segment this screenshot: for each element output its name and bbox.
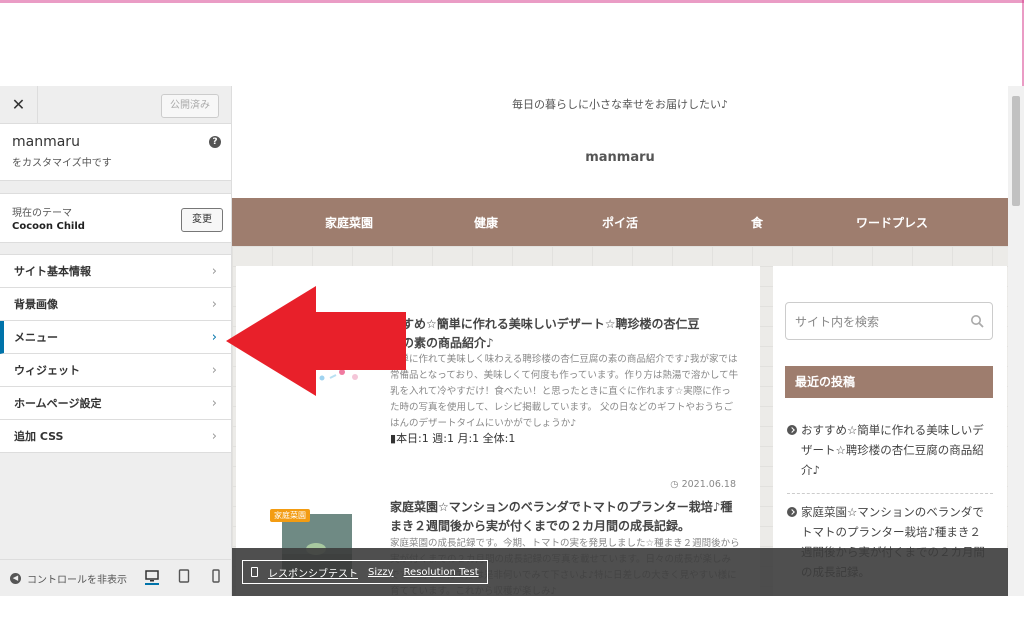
menu-item-label: ウィジェット — [14, 364, 80, 377]
customizing-site-info: manmaru をカスタマイズ中です ? — [0, 124, 231, 181]
tablet-preview-icon[interactable] — [177, 569, 191, 583]
post-date-text: 2021.06.18 — [681, 479, 736, 490]
recent-posts-heading: 最近の投稿 — [785, 366, 993, 398]
menu-item-label: サイト基本情報 — [14, 265, 91, 278]
chevron-right-icon: › — [211, 330, 217, 345]
sidebar: サイト内を検索 最近の投稿 おすすめ☆簡単に作れる美味しいデザート☆聘珍楼の杏仁… — [773, 266, 1007, 596]
nav-item-points[interactable]: ポイ活 — [602, 214, 638, 231]
mobile-icon — [251, 567, 258, 577]
responsive-test-bar: レスポンシブテスト Sizzy Resolution Test — [232, 548, 1008, 596]
site-header: 毎日の暮らしに小さな幸せをお届けしたい♪ manmaru — [232, 86, 1008, 198]
customizer-panel: ✕ 公開済み manmaru をカスタマイズ中です ? 現在のテーマ Cocoo… — [0, 86, 232, 596]
chevron-right-icon: › — [211, 264, 217, 279]
site-logo[interactable]: manmaru — [232, 150, 1008, 165]
mobile-preview-icon[interactable] — [209, 569, 223, 583]
menu-item-label: メニュー — [14, 331, 58, 344]
responsive-test-links: レスポンシブテスト Sizzy Resolution Test — [242, 560, 488, 584]
current-theme-section: 現在のテーマ Cocoon Child 変更 — [0, 193, 231, 243]
menu-item-label: 背景画像 — [14, 298, 58, 311]
nav-item-wordpress[interactable]: ワードプレス — [856, 214, 928, 231]
help-icon[interactable]: ? — [209, 136, 221, 148]
search-placeholder: サイト内を検索 — [795, 315, 880, 329]
chevron-right-icon: › — [211, 396, 217, 411]
resolution-test-link[interactable]: Resolution Test — [404, 567, 479, 578]
chevron-right-icon: › — [211, 363, 217, 378]
menu-item-additional-css[interactable]: 追加 CSS › — [0, 420, 231, 453]
change-theme-button[interactable]: 変更 — [181, 208, 223, 232]
clock-icon: ◷ — [670, 479, 682, 490]
preview-scrollbar[interactable] — [1008, 86, 1024, 596]
menu-item-background-image[interactable]: 背景画像 › — [0, 288, 231, 321]
customizer-menu: サイト基本情報 › 背景画像 › メニュー › ウィジェット › ホームページ設定 › 追… — [0, 254, 231, 453]
sizzy-link[interactable]: Sizzy — [368, 567, 394, 578]
category-badge[interactable]: 家庭菜園 — [270, 509, 310, 522]
customizer-header: ✕ 公開済み — [0, 86, 231, 124]
site-name: manmaru — [12, 134, 80, 150]
menu-item-menus[interactable]: メニュー › — [0, 321, 231, 354]
arrow-circle-icon — [787, 425, 797, 435]
scrollbar-thumb[interactable] — [1012, 96, 1020, 206]
customizing-label: をカスタマイズ中です — [12, 158, 112, 169]
customizer-footer: ◀ コントロールを非表示 — [0, 559, 231, 596]
menu-item-label: 追加 CSS — [14, 430, 64, 443]
close-icon: ✕ — [11, 95, 26, 114]
window-top-border — [0, 0, 1024, 3]
collapse-icon: ◀ — [10, 573, 21, 584]
arrow-circle-icon — [787, 507, 797, 517]
global-nav: 家庭菜園 健康 ポイ活 食 ワードプレス — [232, 198, 1008, 246]
search-input[interactable]: サイト内を検索 — [785, 302, 993, 340]
hide-controls-button[interactable]: ◀ コントロールを非表示 — [10, 571, 127, 586]
menu-item-widgets[interactable]: ウィジェット › — [0, 354, 231, 387]
red-pointer-arrow-icon — [226, 286, 406, 396]
hide-controls-label: コントロールを非表示 — [27, 575, 127, 586]
chevron-right-icon: › — [211, 429, 217, 444]
post-excerpt: 簡単に作れて美味しく味わえる聘珍楼の杏仁豆腐の素の商品紹介です♪我が家では常備品… — [390, 354, 739, 429]
menu-item-site-identity[interactable]: サイト基本情報 › — [0, 255, 231, 288]
nav-item-gardening[interactable]: 家庭菜園 — [325, 214, 373, 231]
menu-item-homepage-settings[interactable]: ホームページ設定 › — [0, 387, 231, 420]
nav-item-health[interactable]: 健康 — [474, 214, 498, 231]
post-date: ◷ 2021.06.18 — [670, 479, 736, 490]
publish-button[interactable]: 公開済み — [161, 94, 219, 118]
recent-post-link[interactable]: おすすめ☆簡単に作れる美味しいデザート☆聘珍楼の杏仁豆腐の商品紹介♪ — [787, 420, 987, 480]
post-title[interactable]: 家庭菜園☆マンションのベランダでトマトのプランター栽培♪種まき２週間後から実が付… — [390, 498, 740, 536]
page-view-text: 本日:1 週:1 月:1 全体:1 — [396, 432, 516, 445]
menu-item-label: ホームページ設定 — [14, 397, 102, 410]
page-view-counter: ▮本日:1 週:1 月:1 全体:1 — [390, 430, 515, 446]
responsive-test-link[interactable]: レスポンシブテスト — [268, 565, 358, 580]
post-title[interactable]: すすめ☆簡単に作れる美味しいデザート☆聘珍楼の杏仁豆 腐の素の商品紹介♪ — [390, 315, 740, 353]
nav-item-food[interactable]: 食 — [751, 214, 763, 231]
bottom-area — [0, 596, 1024, 640]
close-customizer-button[interactable]: ✕ — [0, 86, 38, 123]
desktop-preview-icon[interactable] — [145, 569, 159, 585]
divider — [787, 493, 993, 494]
recent-post-title: おすすめ☆簡単に作れる美味しいデザート☆聘珍楼の杏仁豆腐の商品紹介♪ — [801, 423, 984, 477]
site-tagline: 毎日の暮らしに小さな幸せをお届けしたい♪ — [511, 98, 729, 111]
chevron-right-icon: › — [211, 297, 217, 312]
search-icon[interactable] — [970, 314, 984, 328]
